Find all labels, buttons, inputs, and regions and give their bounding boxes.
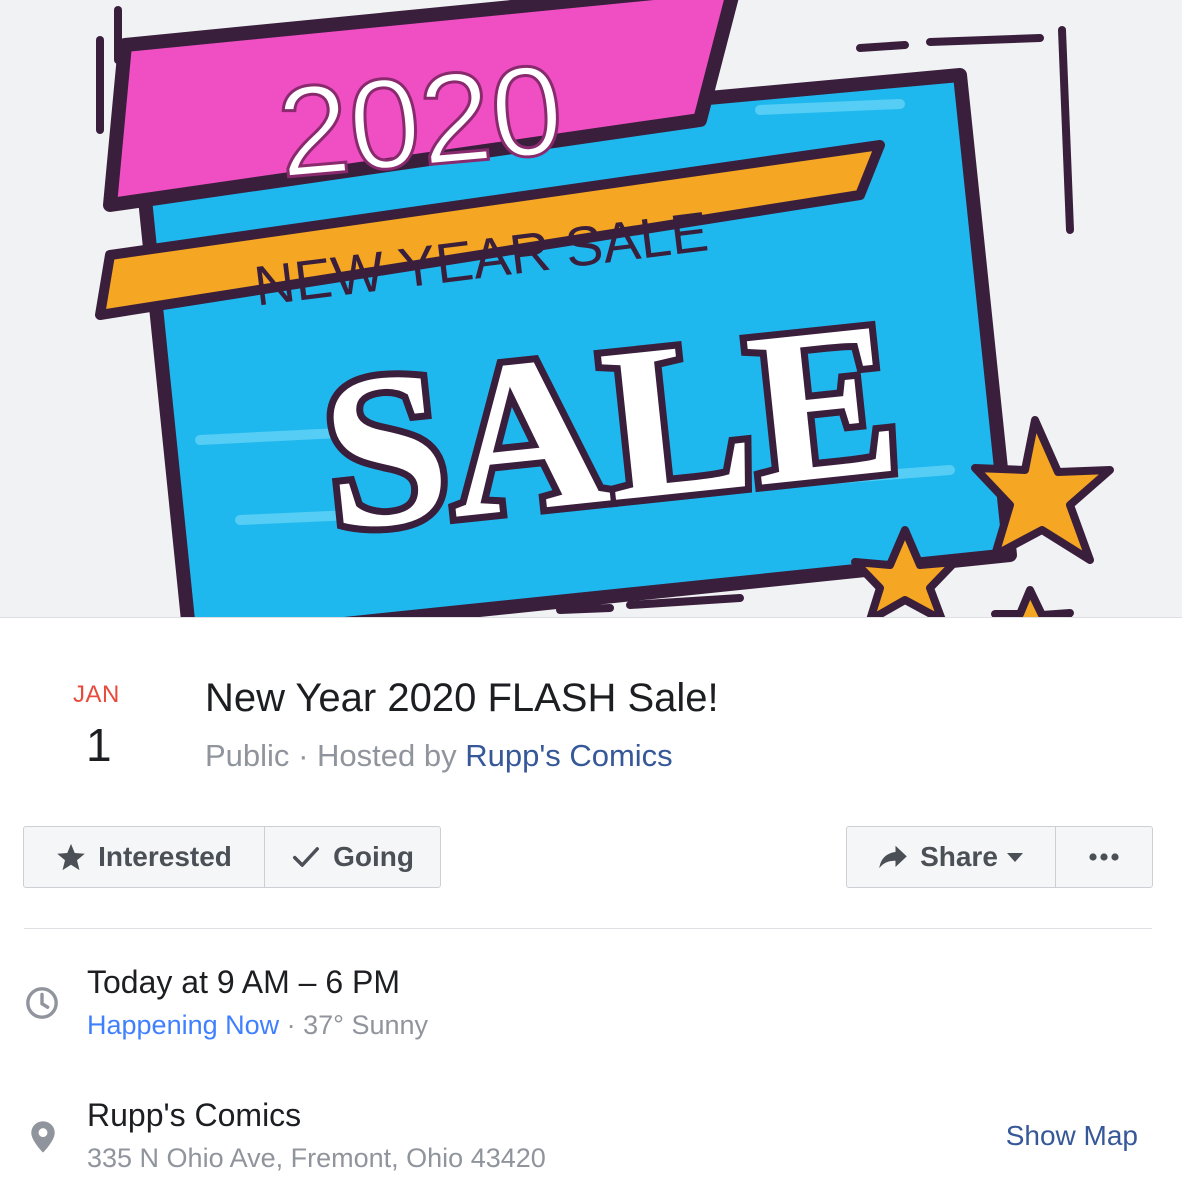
host-link[interactable]: Rupp's Comics — [465, 738, 672, 773]
share-button-group: Share — [846, 826, 1153, 888]
rsvp-button-group: Interested Going — [23, 826, 441, 888]
event-cover-image[interactable]: 2020 NEW YEAR SALE SALE — [0, 0, 1182, 618]
separator-dot: · — [286, 1010, 304, 1040]
banner-star-small — [991, 586, 1074, 617]
going-button[interactable]: Going — [264, 827, 440, 887]
clock-icon — [26, 987, 58, 1019]
event-date-month: JAN — [73, 681, 120, 708]
hosted-by-label: Hosted by — [317, 738, 457, 773]
interested-button[interactable]: Interested — [24, 827, 264, 887]
show-map-link[interactable]: Show Map — [1006, 1120, 1138, 1152]
interested-label: Interested — [98, 841, 232, 872]
location-name[interactable]: Rupp's Comics — [87, 1097, 301, 1134]
section-divider — [24, 928, 1152, 929]
event-weather: 37° Sunny — [303, 1010, 429, 1040]
going-label: Going — [333, 841, 414, 872]
event-time: Today at 9 AM – 6 PM — [87, 964, 401, 1000]
share-label: Share — [920, 841, 998, 872]
chevron-down-icon — [1006, 853, 1023, 862]
share-button[interactable]: Share — [847, 827, 1055, 887]
event-subtitle: Public · Hosted by Rupp's Comics — [205, 738, 673, 774]
map-pin-icon — [31, 1121, 55, 1153]
star-icon — [57, 843, 85, 871]
event-title: New Year 2020 FLASH Sale! — [205, 676, 719, 720]
more-options-button[interactable] — [1055, 827, 1152, 887]
separator-dot: · — [298, 738, 317, 773]
happening-now-link[interactable]: Happening Now — [87, 1010, 279, 1040]
check-icon — [293, 847, 320, 867]
share-arrow-icon — [879, 845, 907, 869]
more-dots-icon — [1089, 853, 1119, 861]
event-date-day: 1 — [86, 719, 112, 771]
event-time-status: Happening Now · 37° Sunny — [87, 1010, 428, 1041]
banner-year-text: 2020 — [272, 38, 568, 205]
event-privacy: Public — [205, 738, 290, 773]
sale-banner-graphic: 2020 NEW YEAR SALE SALE — [95, 0, 1114, 617]
location-address: 335 N Ohio Ave, Fremont, Ohio 43420 — [87, 1143, 546, 1173]
